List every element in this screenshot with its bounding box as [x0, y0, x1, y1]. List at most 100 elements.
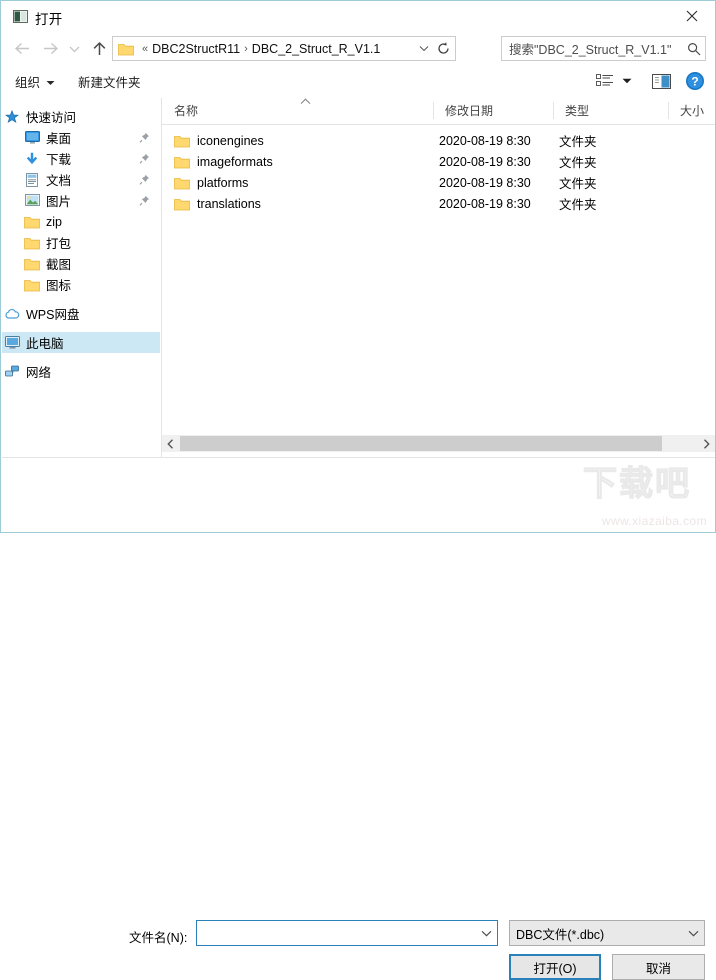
- file-name-cell: iconengines: [174, 134, 264, 148]
- up-one-level-button[interactable]: [87, 36, 112, 61]
- sidebar-group-spacer: [2, 295, 160, 303]
- pictures-icon: [22, 190, 42, 211]
- file-date: 2020-08-19 8:30: [439, 196, 531, 211]
- sidebar-item-label: 网络: [26, 366, 52, 380]
- file-date: 2020-08-19 8:30: [439, 133, 531, 148]
- sidebar-item-screenshots[interactable]: 截图: [2, 253, 160, 274]
- file-type: 文件夹: [559, 135, 597, 149]
- sidebar-item-downloads[interactable]: 下载: [2, 148, 160, 169]
- column-label: 类型: [565, 104, 590, 118]
- pin-icon[interactable]: [139, 190, 150, 211]
- folder-icon: [174, 155, 190, 169]
- chevron-down-icon[interactable]: [415, 37, 432, 60]
- navigation-bar: « DBC2StructR11 › DBC_2_Struct_R_V1.1 搜索…: [1, 32, 715, 65]
- search-input[interactable]: 搜索"DBC_2_Struct_R_V1.1": [501, 36, 706, 61]
- sidebar-item-label: 快速访问: [26, 111, 77, 125]
- dialog-footer: 文件名(N): DBC文件(*.dbc) 打开(O) 取消: [1, 458, 715, 980]
- sidebar-item-network[interactable]: 网络: [2, 361, 160, 382]
- new-folder-button[interactable]: 新建文件夹: [78, 71, 141, 92]
- table-row[interactable]: imageformats 2020-08-19 8:30 文件夹: [162, 151, 715, 172]
- horizontal-scrollbar[interactable]: [162, 435, 715, 452]
- page-title: 打开: [35, 12, 63, 27]
- pin-icon[interactable]: [139, 148, 150, 169]
- column-label: 修改日期: [445, 104, 494, 118]
- file-name-cell: platforms: [174, 176, 248, 190]
- cancel-button[interactable]: 取消: [612, 954, 705, 980]
- search-placeholder: 搜索"DBC_2_Struct_R_V1.1": [509, 43, 672, 57]
- address-bar[interactable]: « DBC2StructR11 › DBC_2_Struct_R_V1.1: [112, 36, 456, 61]
- column-header-type[interactable]: 类型: [553, 98, 668, 123]
- recent-locations-button[interactable]: [65, 36, 83, 61]
- sidebar-item-zip[interactable]: zip: [2, 211, 160, 232]
- pin-icon[interactable]: [139, 127, 150, 148]
- folder-icon: [22, 253, 42, 274]
- breadcrumb-item-1[interactable]: DBC_2_Struct_R_V1.1: [252, 42, 381, 56]
- documents-icon: [22, 169, 42, 190]
- sidebar-item-label: 打包: [46, 237, 72, 251]
- folder-icon: [174, 197, 190, 211]
- command-toolbar: 组织 新建文件夹 ?: [1, 65, 715, 98]
- file-name-cell: translations: [174, 197, 261, 211]
- open-button[interactable]: 打开(O): [509, 954, 601, 980]
- breadcrumb-overflow[interactable]: «: [138, 43, 152, 55]
- filename-label: 文件名(N):: [129, 931, 188, 945]
- column-label: 名称: [174, 104, 199, 118]
- breadcrumb-item-0[interactable]: DBC2StructR11: [152, 42, 240, 56]
- file-type-filter-dropdown[interactable]: DBC文件(*.dbc): [509, 920, 705, 946]
- column-header-date-modified[interactable]: 修改日期: [433, 98, 553, 123]
- breadcrumb-separator: ›: [244, 42, 248, 55]
- filename-input[interactable]: [196, 920, 498, 946]
- open-file-dialog: 打开 « DBC2StructR11 › DBC_2_Struct_R_V1.1…: [0, 0, 716, 980]
- table-row[interactable]: translations 2020-08-19 8:30 文件夹: [162, 193, 715, 214]
- file-rows-container: iconengines 2020-08-19 8:30 文件夹 imagefor…: [162, 125, 715, 214]
- sidebar-item-desktop[interactable]: 桌面: [2, 127, 160, 148]
- navigation-sidebar[interactable]: 快速访问 桌面 下载 文档 图片 zip 打包 截图 图标 WPS网盘 此电脑 …: [2, 98, 160, 457]
- network-icon: [2, 361, 22, 382]
- pin-icon[interactable]: [139, 169, 150, 190]
- organize-label: 组织: [15, 76, 41, 90]
- sidebar-item-label: 截图: [46, 258, 72, 272]
- view-list-icon[interactable]: [593, 70, 617, 92]
- sidebar-item-packaging[interactable]: 打包: [2, 232, 160, 253]
- help-icon[interactable]: ?: [683, 69, 707, 93]
- organize-button[interactable]: 组织: [15, 71, 55, 92]
- file-type-filter-value: DBC文件(*.dbc): [516, 927, 605, 942]
- desktop-icon: [22, 127, 42, 148]
- file-date: 2020-08-19 8:30: [439, 154, 531, 169]
- folder-icon: [22, 211, 42, 232]
- table-row[interactable]: iconengines 2020-08-19 8:30 文件夹: [162, 130, 715, 151]
- file-name: platforms: [197, 175, 249, 190]
- chevron-down-icon: [46, 75, 55, 89]
- sidebar-item-pictures[interactable]: 图片: [2, 190, 160, 211]
- sidebar-item-quick-access[interactable]: 快速访问: [2, 106, 160, 127]
- scroll-left-button[interactable]: [162, 435, 179, 452]
- sidebar-item-documents[interactable]: 文档: [2, 169, 160, 190]
- sidebar-top-spacer: [2, 98, 160, 106]
- column-header-size[interactable]: 大小: [668, 98, 715, 123]
- view-options-dropdown[interactable]: [618, 70, 636, 92]
- scrollbar-thumb[interactable]: [180, 436, 662, 451]
- back-button[interactable]: [10, 36, 35, 61]
- forward-button[interactable]: [38, 36, 63, 61]
- refresh-icon[interactable]: [433, 37, 453, 60]
- table-row[interactable]: platforms 2020-08-19 8:30 文件夹: [162, 172, 715, 193]
- column-header-name[interactable]: 名称: [162, 98, 433, 123]
- preview-pane-icon[interactable]: [649, 70, 673, 92]
- sidebar-item-this-pc[interactable]: 此电脑: [2, 332, 160, 353]
- sidebar-item-icons[interactable]: 图标: [2, 274, 160, 295]
- title-bar: 打开: [1, 1, 715, 32]
- chevron-down-icon[interactable]: [475, 930, 497, 937]
- star-icon: [2, 106, 22, 127]
- download-icon: [22, 148, 42, 169]
- close-button[interactable]: [669, 1, 715, 31]
- chevron-down-icon[interactable]: [682, 930, 704, 937]
- folder-icon: [174, 176, 190, 190]
- sidebar-item-label: 桌面: [46, 132, 72, 146]
- folder-icon: [22, 274, 42, 295]
- sidebar-item-label: WPS网盘: [26, 308, 80, 322]
- folder-icon: [118, 42, 134, 56]
- scroll-right-button[interactable]: [698, 435, 715, 452]
- sidebar-item-label: 此电脑: [26, 337, 64, 351]
- sidebar-item-wps-cloud[interactable]: WPS网盘: [2, 303, 160, 324]
- app-open-icon: [13, 9, 28, 24]
